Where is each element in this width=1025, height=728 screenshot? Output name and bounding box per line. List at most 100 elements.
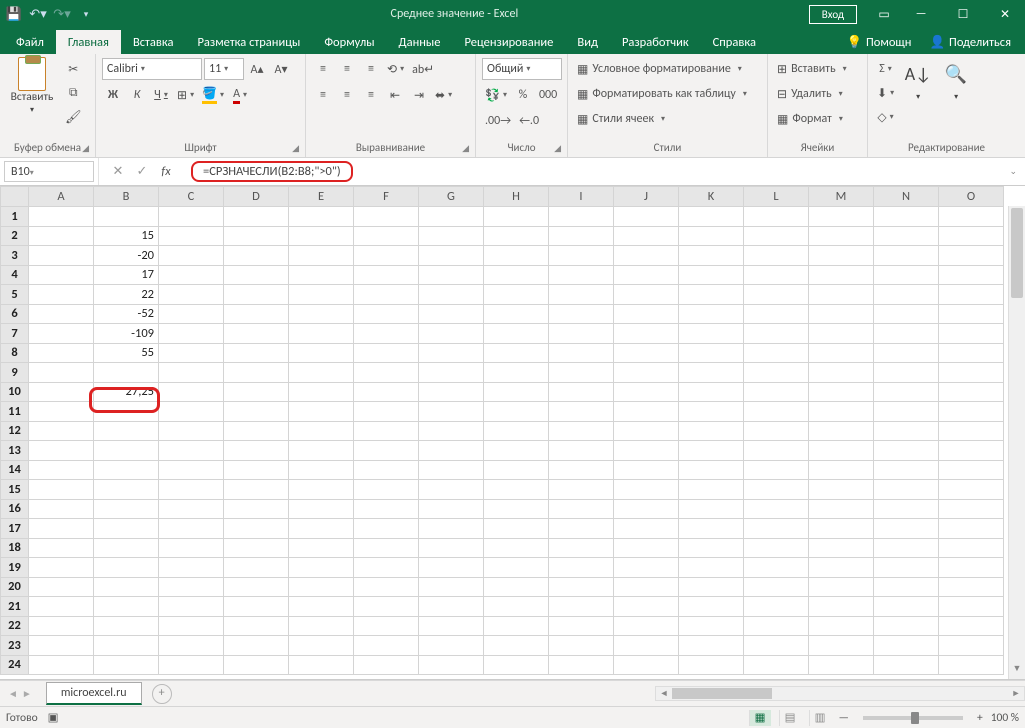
cell-K21[interactable] <box>679 597 744 617</box>
cell-H22[interactable] <box>484 616 549 636</box>
cell-styles-button[interactable]: ▦Стили ячеек <box>574 108 761 130</box>
cell-L20[interactable] <box>744 577 809 597</box>
cell-H21[interactable] <box>484 597 549 617</box>
cell-A14[interactable] <box>29 460 94 480</box>
column-header[interactable]: F <box>354 187 419 207</box>
row-header[interactable]: 20 <box>1 577 29 597</box>
cell-B11[interactable] <box>94 402 159 422</box>
cell-L16[interactable] <box>744 499 809 519</box>
cell-L18[interactable] <box>744 538 809 558</box>
cell-L22[interactable] <box>744 616 809 636</box>
cell-B21[interactable] <box>94 597 159 617</box>
row-header[interactable]: 11 <box>1 402 29 422</box>
cell-H12[interactable] <box>484 421 549 441</box>
cell-N5[interactable] <box>874 285 939 305</box>
cell-N23[interactable] <box>874 636 939 656</box>
close-button[interactable]: ✕ <box>985 0 1025 28</box>
cell-M11[interactable] <box>809 402 874 422</box>
cell-B23[interactable] <box>94 636 159 656</box>
cell-G24[interactable] <box>419 655 484 675</box>
cell-H15[interactable] <box>484 480 549 500</box>
cell-I18[interactable] <box>549 538 614 558</box>
cell-H19[interactable] <box>484 558 549 578</box>
name-box[interactable]: B10 <box>4 161 94 182</box>
cell-K17[interactable] <box>679 519 744 539</box>
cell-H23[interactable] <box>484 636 549 656</box>
row-header[interactable]: 2 <box>1 226 29 246</box>
cell-G1[interactable] <box>419 207 484 227</box>
cell-I2[interactable] <box>549 226 614 246</box>
cell-K23[interactable] <box>679 636 744 656</box>
cell-C15[interactable] <box>159 480 224 500</box>
scroll-right-icon[interactable]: ► <box>1008 688 1024 699</box>
cancel-formula-icon[interactable]: ✕ <box>109 164 127 179</box>
cell-M9[interactable] <box>809 363 874 383</box>
cell-O3[interactable] <box>939 246 1004 266</box>
cell-D15[interactable] <box>224 480 289 500</box>
cell-D1[interactable] <box>224 207 289 227</box>
cell-J18[interactable] <box>614 538 679 558</box>
cell-L6[interactable] <box>744 304 809 324</box>
cell-J9[interactable] <box>614 363 679 383</box>
cell-M21[interactable] <box>809 597 874 617</box>
column-header[interactable]: H <box>484 187 549 207</box>
cell-B24[interactable] <box>94 655 159 675</box>
cell-M23[interactable] <box>809 636 874 656</box>
cell-I13[interactable] <box>549 441 614 461</box>
cell-O6[interactable] <box>939 304 1004 324</box>
cell-O7[interactable] <box>939 324 1004 344</box>
cell-M1[interactable] <box>809 207 874 227</box>
number-format-select[interactable]: Общий <box>482 58 562 80</box>
cell-L2[interactable] <box>744 226 809 246</box>
fill-color-button[interactable]: 🪣 <box>199 84 227 106</box>
row-header[interactable]: 24 <box>1 655 29 675</box>
cell-C16[interactable] <box>159 499 224 519</box>
cell-M7[interactable] <box>809 324 874 344</box>
cell-A15[interactable] <box>29 480 94 500</box>
cell-G6[interactable] <box>419 304 484 324</box>
cell-B3[interactable]: -20 <box>94 246 159 266</box>
cell-G8[interactable] <box>419 343 484 363</box>
cell-F2[interactable] <box>354 226 419 246</box>
row-header[interactable]: 17 <box>1 519 29 539</box>
cell-G16[interactable] <box>419 499 484 519</box>
cell-K24[interactable] <box>679 655 744 675</box>
add-sheet-button[interactable]: + <box>152 684 172 704</box>
cell-B17[interactable] <box>94 519 159 539</box>
vscroll-thumb[interactable] <box>1011 208 1023 298</box>
align-bottom-button[interactable]: ≡ <box>360 58 382 80</box>
cell-I24[interactable] <box>549 655 614 675</box>
tab-developer[interactable]: Разработчик <box>610 30 701 54</box>
cell-I22[interactable] <box>549 616 614 636</box>
zoom-in-button[interactable]: + <box>977 711 983 725</box>
sort-filter-button[interactable]: A↓▾ <box>901 58 935 102</box>
cell-O12[interactable] <box>939 421 1004 441</box>
cell-A22[interactable] <box>29 616 94 636</box>
cell-J12[interactable] <box>614 421 679 441</box>
cell-H6[interactable] <box>484 304 549 324</box>
cell-K10[interactable] <box>679 382 744 402</box>
cell-O16[interactable] <box>939 499 1004 519</box>
cell-I21[interactable] <box>549 597 614 617</box>
cell-O19[interactable] <box>939 558 1004 578</box>
row-header[interactable]: 21 <box>1 597 29 617</box>
row-header[interactable]: 22 <box>1 616 29 636</box>
cell-I8[interactable] <box>549 343 614 363</box>
column-header[interactable]: O <box>939 187 1004 207</box>
normal-view-button[interactable]: ▦ <box>749 710 771 726</box>
cell-A21[interactable] <box>29 597 94 617</box>
cell-K7[interactable] <box>679 324 744 344</box>
cell-C23[interactable] <box>159 636 224 656</box>
cell-H7[interactable] <box>484 324 549 344</box>
cell-N8[interactable] <box>874 343 939 363</box>
column-header[interactable]: C <box>159 187 224 207</box>
cell-B19[interactable] <box>94 558 159 578</box>
column-header[interactable]: J <box>614 187 679 207</box>
fill-button[interactable]: ⬇ <box>874 82 897 104</box>
cell-A7[interactable] <box>29 324 94 344</box>
tab-home[interactable]: Главная <box>56 30 121 54</box>
cell-O18[interactable] <box>939 538 1004 558</box>
cell-G17[interactable] <box>419 519 484 539</box>
cell-K2[interactable] <box>679 226 744 246</box>
cell-N20[interactable] <box>874 577 939 597</box>
